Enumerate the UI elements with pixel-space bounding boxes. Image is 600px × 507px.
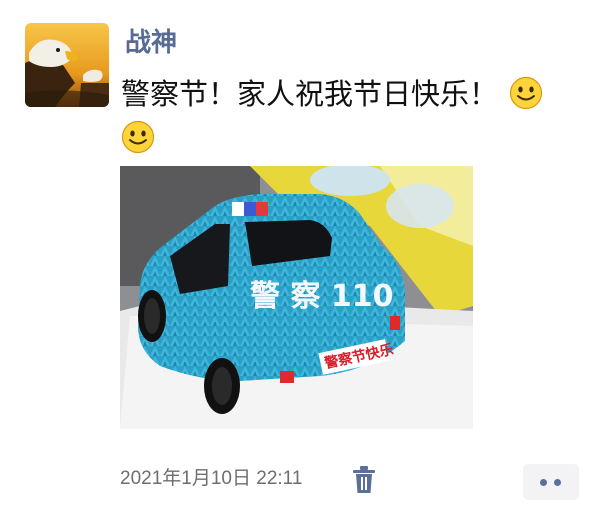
post-photo[interactable]: 警 察 110 警察节快乐 [120,166,473,429]
trash-icon [353,466,375,493]
post-timestamp: 2021年1月10日 22:11 [120,468,303,489]
smile-emoji-icon [510,76,543,110]
author-name[interactable]: 战神 [125,26,177,60]
post-text: 警察节！家人祝我节日快乐！ [121,72,571,160]
eagle-avatar-icon [25,23,109,107]
avatar[interactable] [25,23,109,107]
police-car-cake-image: 警 察 110 警察节快乐 [120,166,473,429]
moment-post: 战神 警察节！家人祝我节日快乐！ 警 察 110 警察节快乐 2021年1月10… [0,0,600,507]
delete-button[interactable] [350,465,378,495]
more-options-button[interactable] [523,464,579,500]
post-body-text: 警察节！家人祝我节日快乐！ [121,77,499,111]
more-dots-icon [554,479,561,486]
smile-emoji-icon [121,120,155,154]
more-dots-icon [540,479,547,486]
cake-side-text: 警 察 110 [250,279,394,314]
